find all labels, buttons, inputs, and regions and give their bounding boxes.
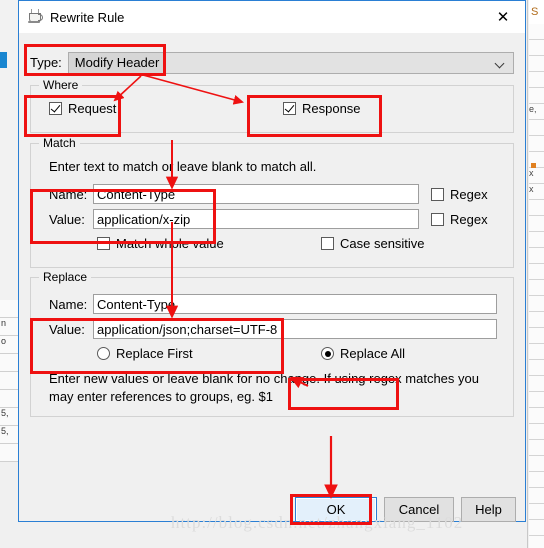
background-right-row — [529, 200, 544, 216]
annotation-box-replace-fields — [30, 318, 284, 374]
match-value-regex-label: Regex — [450, 211, 488, 227]
annotation-box-ok — [290, 494, 372, 525]
replace-all-radio[interactable] — [321, 347, 334, 360]
background-right-row — [529, 248, 544, 264]
background-right-row — [529, 392, 544, 408]
background-right-header: S — [529, 0, 544, 25]
dialog-titlebar: Rewrite Rule ✕ — [19, 1, 525, 33]
background-right-row — [529, 24, 544, 40]
background-left-row: n — [0, 318, 18, 336]
case-sensitive-row[interactable]: Case sensitive — [321, 236, 425, 251]
annotation-box-response — [247, 95, 382, 137]
match-value-regex-checkbox[interactable] — [431, 212, 444, 226]
background-left-strip — [0, 0, 19, 300]
replace-note-line2: may enter references to groups, eg. $1 — [49, 389, 274, 404]
dialog-title: Rewrite Rule — [50, 9, 125, 25]
background-left-row: o — [0, 336, 18, 354]
background-right-row — [529, 360, 544, 376]
background-right-row — [529, 216, 544, 232]
background-left-row — [0, 390, 18, 408]
match-group-title: Match — [39, 136, 80, 150]
background-right-row — [529, 472, 544, 488]
background-right-row — [529, 56, 544, 72]
background-right-row: e, — [529, 104, 544, 120]
background-right-row — [529, 456, 544, 472]
annotation-box-request — [24, 95, 121, 137]
annotation-box-match-fields — [30, 189, 216, 244]
chevron-down-icon[interactable] — [496, 60, 505, 69]
case-sensitive-checkbox[interactable] — [321, 237, 334, 250]
background-right-row — [529, 280, 544, 296]
background-right-row — [529, 296, 544, 312]
background-right-row — [529, 72, 544, 88]
background-marker — [531, 163, 536, 168]
background-left-row — [0, 300, 18, 318]
background-right-row — [529, 120, 544, 136]
background-right-row — [529, 376, 544, 392]
annotation-box-replace-all — [288, 378, 399, 410]
background-right-row — [529, 328, 544, 344]
background-right-row — [529, 88, 544, 104]
background-left-accent — [0, 52, 7, 68]
match-hint: Enter text to match or leave blank to ma… — [49, 159, 317, 174]
close-icon[interactable]: ✕ — [481, 1, 525, 33]
replace-name-input[interactable]: Content-Type — [93, 294, 497, 314]
rewrite-rule-dialog: Rewrite Rule ✕ Type: Modify Header Where… — [18, 0, 526, 522]
replace-group-title: Replace — [39, 270, 92, 284]
match-name-regex-checkbox[interactable] — [431, 187, 444, 201]
background-right-row — [529, 312, 544, 328]
background-right-row — [529, 40, 544, 56]
background-right-row — [529, 424, 544, 440]
background-right-row — [529, 232, 544, 248]
background-right-row — [529, 488, 544, 504]
background-left-row: 5, — [0, 426, 18, 444]
background-left-rows: n o 5, 5, — [0, 300, 18, 548]
background-right-rows: e, x x — [529, 24, 544, 548]
java-coffee-cup-icon — [27, 9, 43, 25]
case-sensitive-label: Case sensitive — [340, 236, 425, 251]
replace-all-row[interactable]: Replace All — [321, 346, 405, 361]
where-group-title: Where — [39, 78, 83, 92]
background-right-row: x — [529, 168, 544, 184]
background-right-row: x — [529, 184, 544, 200]
match-name-regex-label: Regex — [450, 186, 488, 202]
replace-name-row: Name: Content-Type — [49, 294, 497, 314]
annotation-box-type — [24, 44, 166, 76]
background-right-row — [529, 136, 544, 152]
background-right-row — [529, 344, 544, 360]
background-left-row — [0, 444, 18, 462]
background-right-row — [529, 264, 544, 280]
background-right-row — [529, 408, 544, 424]
background-right-row — [529, 536, 544, 548]
background-right-row — [529, 440, 544, 456]
replace-name-label: Name: — [49, 296, 88, 312]
replace-all-label: Replace All — [340, 346, 406, 361]
background-left-row — [0, 354, 18, 372]
background-left-row: 5, — [0, 408, 18, 426]
background-left-row — [0, 372, 18, 390]
screen-root: n o 5, 5, S e, x x Rewrite Rule ✕ Type: … — [0, 0, 544, 548]
